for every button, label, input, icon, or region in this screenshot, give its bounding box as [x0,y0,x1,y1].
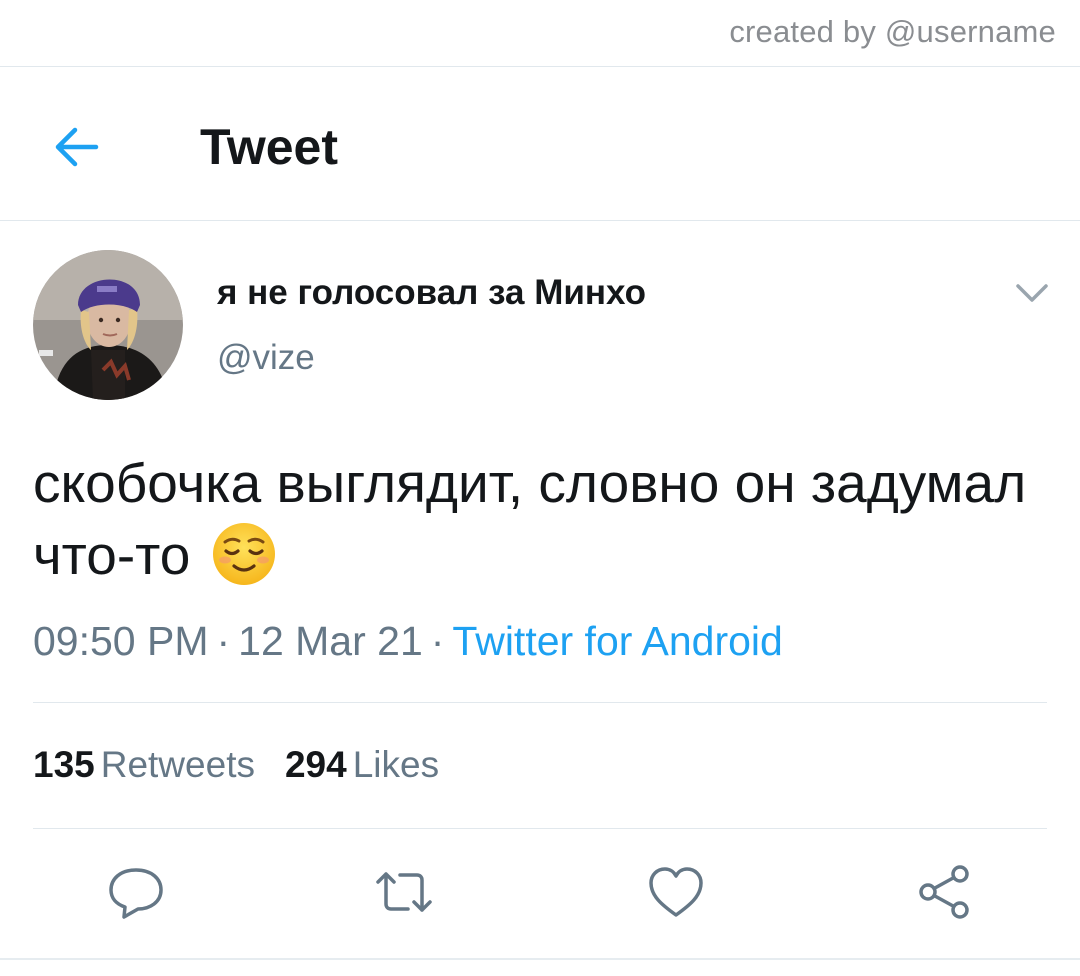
divider [0,958,1080,960]
meta-separator: · [216,618,231,664]
tweet-meta: 09:50 PM · 12 Mar 21 · Twitter for Android [33,618,783,665]
relieved-face-icon [212,523,275,585]
likes-stat[interactable]: 294 Likes [285,744,439,785]
reply-button[interactable] [104,860,168,924]
chevron-down-icon [1016,284,1048,302]
retweets-count: 135 [33,744,95,785]
retweets-label: Retweets [100,744,255,785]
likes-label: Likes [352,744,440,785]
tweet-date: 12 Mar 21 [238,618,423,664]
retweets-stat[interactable]: 135 Retweets [33,744,255,785]
tweet-time: 09:50 PM [33,618,209,664]
divider [33,828,1047,829]
divider [33,702,1047,703]
share-icon [919,865,969,919]
share-button[interactable] [912,860,976,924]
heart-icon [649,867,703,917]
like-button[interactable] [644,860,708,924]
tweet-stats: 135 Retweets 294 Likes [33,744,439,786]
retweet-button[interactable] [372,860,436,924]
more-options-button[interactable] [1012,278,1052,308]
user-handle[interactable]: @vize [217,338,315,378]
tweet-text-body: скобочка выглядит, словно он задумал что… [33,452,1027,586]
display-name[interactable]: я не голосовал за Минхо [217,273,646,313]
likes-count: 294 [284,744,347,785]
reply-icon [109,868,163,919]
divider [0,66,1080,67]
page-title: Tweet [200,119,338,175]
tweet-source-link[interactable]: Twitter for Android [452,618,782,664]
meta-separator: · [430,618,445,664]
divider [0,220,1080,221]
retweet-icon [376,872,432,912]
back-button[interactable] [50,120,104,174]
arrow-left-icon [55,127,99,167]
avatar[interactable] [33,250,183,400]
avatar-image [33,250,183,400]
credit-text: created by @username [729,14,1056,49]
tweet-text: скобочка выглядит, словно он задумал что… [33,447,1033,591]
